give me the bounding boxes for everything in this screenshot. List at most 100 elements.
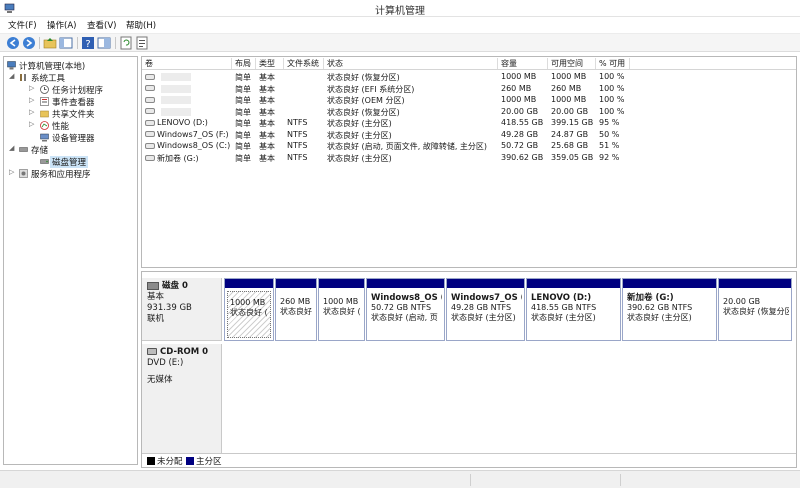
volume-cell: 92 %	[599, 153, 630, 162]
partition-name: 新加卷 (G:)	[627, 293, 674, 303]
partition-block[interactable]: 260 MB 状态良好 (	[275, 278, 317, 341]
volume-cell-text: 简单	[235, 130, 251, 140]
properties-icon[interactable]	[97, 36, 111, 50]
volume-cell-text: 260 MB	[551, 83, 582, 93]
partition-name: LENOVO (D:)	[531, 293, 592, 303]
hard-disk-icon	[147, 281, 159, 290]
volume-cell: 1000 MB	[551, 95, 596, 104]
folder-up-icon[interactable]	[43, 36, 57, 50]
partition-block[interactable]: Windows8_OS (50.72 GB NTFS 状态良好 (启动, 页	[366, 278, 445, 341]
shared-folder-icon	[40, 110, 49, 118]
volume-cell-text: 92 %	[599, 152, 620, 162]
disk-0-status: 联机	[147, 314, 165, 324]
partition-block[interactable]: 1000 MB 状态良好 (	[318, 278, 365, 341]
partition-info: Windows8_OS (50.72 GB NTFS 状态良好 (启动, 页	[369, 291, 442, 338]
volume-cell: 49.28 GB	[501, 130, 548, 139]
volume-cell: 状态良好 (启动, 页面文件, 故障转储, 主分区)	[327, 141, 498, 152]
volume-row[interactable]: LENOVO (D:) 简单 基本 NTFS 状态良好 (主分区) 418.55 GB 39…	[142, 118, 796, 130]
forward-arrow-icon[interactable]	[22, 36, 36, 50]
collapsed-arrow-icon[interactable]: ▷	[9, 168, 14, 176]
disk-0-label[interactable]: 磁盘 0 基本 931.39 GB 联机	[142, 278, 222, 341]
tree-label-system-tools: 系统工具	[31, 74, 66, 84]
volume-row[interactable]: 简单 基本 状态良好 (恢复分区) 1000 MB 1000 MB 100 %	[142, 72, 796, 84]
collapsed-arrow-icon[interactable]: ▷	[29, 84, 34, 92]
menu-help[interactable]: 帮助(H)	[126, 19, 156, 31]
cdrom-0-label[interactable]: CD-ROM 0 DVD (E:) 无媒体	[142, 344, 222, 459]
refresh-icon[interactable]	[119, 36, 133, 50]
collapsed-arrow-icon[interactable]: ▷	[29, 108, 34, 116]
column-header-type[interactable]: 类型	[256, 58, 284, 69]
volume-cell: 25.68 GB	[551, 141, 596, 150]
tools-icon	[20, 74, 26, 81]
volume-cell-text: 1000 MB	[551, 95, 587, 104]
partition-block[interactable]: 1000 MB 状态良好 (	[224, 278, 274, 341]
volume-row[interactable]: Windows7_OS (F:) 简单 基本 NTFS 状态良好 (主分区) 49.28 …	[142, 130, 796, 142]
partition-size: 260 MB	[280, 297, 311, 306]
expanded-arrow-icon[interactable]: ◢	[9, 144, 14, 152]
back-arrow-icon[interactable]	[6, 36, 20, 50]
volume-cell	[145, 72, 232, 81]
partition-info: LENOVO (D:) 418.55 GB NTFS 状态良好 (主分区)	[529, 291, 618, 338]
volume-row[interactable]: 简单 基本 状态良好 (恢复分区) 20.00 GB 20.00 GB 100 %	[142, 107, 796, 119]
column-header-percent-free[interactable]: % 可用	[596, 58, 630, 69]
column-header-capacity[interactable]: 容量	[498, 58, 548, 69]
disk-0-name: 磁盘 0	[162, 281, 188, 291]
volume-cell-text: 20.00 GB	[551, 106, 589, 116]
collapsed-arrow-icon[interactable]: ▷	[29, 96, 34, 104]
help-icon[interactable]: ?	[81, 36, 95, 50]
partition-status: 状态良好 (	[323, 307, 361, 316]
volume-cell-text: 状态良好 (恢复分区)	[327, 107, 400, 117]
volume-cell-text: 100 %	[599, 95, 625, 104]
cdrom-0-status: 无媒体	[147, 375, 173, 385]
partition-block[interactable]: 20.00 GB 状态良好 (恢复分区	[718, 278, 792, 341]
tree-label-services-apps: 服务和应用程序	[31, 170, 91, 180]
unallocated-swatch	[147, 457, 155, 465]
volume-cell: 100 %	[599, 107, 630, 116]
volume-cell: NTFS	[287, 130, 324, 139]
partition-bar	[367, 279, 444, 288]
volume-row[interactable]: Windows8_OS (C:) 简单 基本 NTFS 状态良好 (启动, 页面文件, …	[142, 141, 796, 153]
volume-cell: 基本	[259, 107, 284, 118]
partition-bar	[276, 279, 316, 288]
partition-size: 50.72 GB NTFS	[371, 303, 432, 312]
partition-bar	[447, 279, 524, 288]
window-title: 计算机管理	[375, 6, 425, 17]
volume-row[interactable]: 新加卷 (G:) 简单 基本 NTFS 状态良好 (主分区) 390.62 GB 359.0…	[142, 153, 796, 165]
menu-file[interactable]: 文件(F)	[8, 19, 37, 31]
column-header-layout[interactable]: 布局	[232, 58, 256, 69]
collapsed-arrow-icon[interactable]: ▷	[29, 120, 34, 128]
event-viewer-icon	[40, 97, 49, 106]
cdrom-0-type: DVD (E:)	[147, 358, 184, 368]
partition-info: 新加卷 (G:) 390.62 GB NTFS 状态良好 (主分区)	[625, 291, 714, 338]
volume-cell-text: 简单	[235, 119, 251, 128]
volume-cell: 1000 MB	[501, 95, 548, 104]
volume-cell-text: 95 %	[599, 118, 620, 127]
partition-size: 1000 MB	[230, 298, 266, 307]
svg-text:?: ?	[85, 39, 90, 50]
column-header-free-space[interactable]: 可用空间	[548, 58, 596, 69]
volume-cell: NTFS	[287, 118, 324, 127]
volume-cell: 状态良好 (OEM 分区)	[327, 95, 498, 106]
partition-bar	[623, 279, 716, 288]
partition-block[interactable]: LENOVO (D:) 418.55 GB NTFS 状态良好 (主分区)	[526, 278, 621, 341]
column-header-volume[interactable]: 卷	[142, 58, 232, 69]
column-header-filesystem[interactable]: 文件系统	[284, 58, 324, 69]
expanded-arrow-icon[interactable]: ◢	[9, 72, 14, 80]
partition-block[interactable]: Windows7_OS (49.28 GB NTFS 状态良好 (主分区)	[446, 278, 525, 341]
column-header-status[interactable]: 状态	[324, 58, 498, 69]
volume-cell: 状态良好 (主分区)	[327, 130, 498, 141]
volume-row[interactable]: 简单 基本 状态良好 (EFI 系统分区) 260 MB 260 MB 100 %	[142, 84, 796, 96]
volume-cell-text: 100 %	[599, 106, 625, 116]
volume-cell-text: 状态良好 (主分区)	[327, 153, 392, 163]
export-icon[interactable]	[135, 36, 149, 50]
unnamed-volume-shade	[161, 73, 191, 81]
volume-icon	[145, 85, 155, 91]
show-tree-icon[interactable]	[59, 36, 73, 50]
volume-cell-text: 基本	[259, 107, 275, 117]
partition-block[interactable]: 新加卷 (G:) 390.62 GB NTFS 状态良好 (主分区)	[622, 278, 717, 341]
volume-cell-text: 399.15 GB	[551, 118, 594, 127]
volume-cell-text: 简单	[235, 96, 251, 105]
menu-action[interactable]: 操作(A)	[47, 19, 76, 31]
volume-row[interactable]: 简单 基本 状态良好 (OEM 分区) 1000 MB 1000 MB 100 %	[142, 95, 796, 107]
menu-view[interactable]: 查看(V)	[87, 19, 116, 31]
